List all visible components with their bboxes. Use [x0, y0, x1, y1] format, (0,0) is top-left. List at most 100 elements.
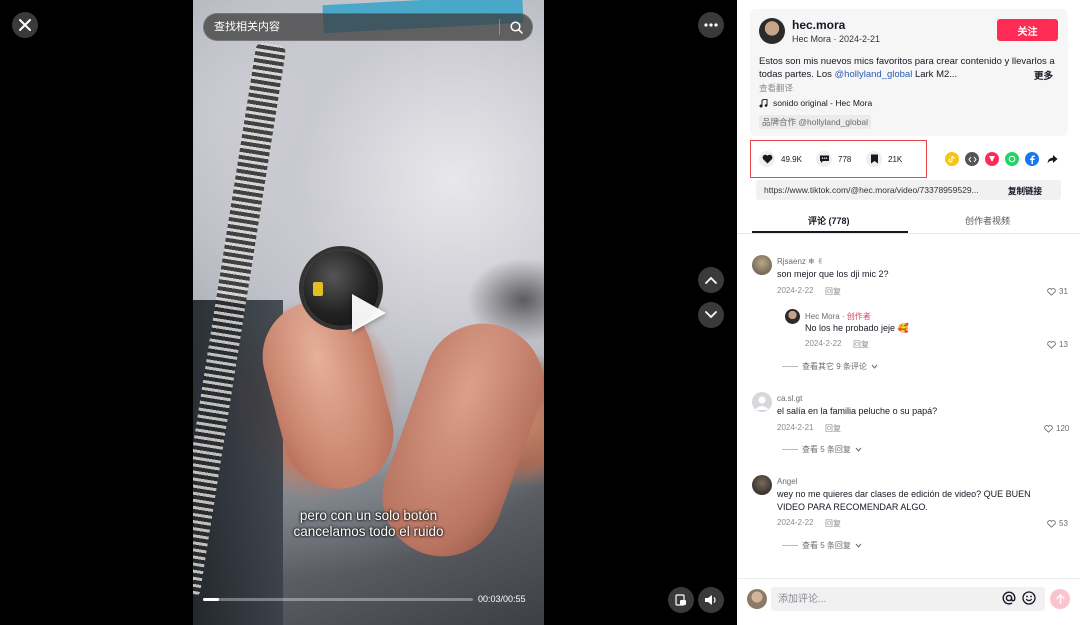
- play-icon[interactable]: [352, 294, 386, 332]
- heart-outline-icon: [1047, 287, 1056, 296]
- view-more-label: 查看其它 9 条评论: [802, 362, 867, 371]
- tiktok-share-button[interactable]: [945, 152, 959, 166]
- mention-button[interactable]: [1002, 591, 1016, 610]
- author-meta: Hec Mora · 2024-2-21: [792, 34, 881, 44]
- search-button[interactable]: [500, 13, 532, 41]
- post-description: Estos son mis nuevos mics favoritos para…: [759, 55, 1059, 81]
- facebook-icon: [1030, 155, 1035, 164]
- previous-video-button[interactable]: [698, 267, 724, 293]
- my-avatar: [747, 589, 767, 609]
- send-to-friend-button[interactable]: [985, 152, 999, 166]
- facebook-share-button[interactable]: [1025, 152, 1039, 166]
- view-replies-button[interactable]: 查看 5 条回复: [782, 540, 862, 551]
- view-replies-button[interactable]: 查看 5 条回复: [782, 444, 862, 455]
- translate-button[interactable]: 查看翻译: [759, 82, 793, 94]
- comment-like-button[interactable]: 31: [1047, 287, 1068, 296]
- music-note-icon: [759, 98, 768, 107]
- video-timecode: 00:03/00:55: [478, 594, 526, 604]
- like-count: 49.9K: [781, 154, 802, 164]
- tab-divider: [737, 233, 1080, 234]
- reply-date: 2024-2-22: [805, 339, 842, 348]
- chevron-down-icon: [855, 447, 862, 452]
- share-arrow-icon: [1047, 155, 1057, 164]
- like-button[interactable]: 49.9K: [759, 151, 802, 167]
- search-input[interactable]: [204, 21, 499, 33]
- view-replies-label: 查看 5 条回复: [802, 445, 851, 454]
- creator-tag: · 创作者: [841, 312, 871, 321]
- more-icon: [704, 23, 718, 27]
- comment-date: 2024-2-22: [777, 518, 814, 527]
- comment-like-button[interactable]: 120: [1044, 424, 1069, 433]
- comment-text: son mejor que los dji mic 2?: [777, 269, 889, 279]
- video-url[interactable]: https://www.tiktok.com/@hec.mora/video/7…: [764, 185, 1004, 195]
- reply-button[interactable]: 回复: [825, 286, 841, 297]
- whatsapp-share-button[interactable]: [1005, 152, 1019, 166]
- commenter-avatar[interactable]: [752, 255, 772, 275]
- heart-outline-icon: [1047, 519, 1056, 528]
- arrow-up-icon: [1055, 594, 1065, 604]
- embed-button[interactable]: [965, 152, 979, 166]
- reply-author-avatar[interactable]: [785, 309, 800, 324]
- whatsapp-icon: [1008, 155, 1016, 163]
- reply-button[interactable]: 回复: [825, 423, 841, 434]
- volume-button[interactable]: [698, 587, 724, 613]
- save-icon-wrap: [866, 151, 882, 167]
- comment-icon-wrap: [816, 151, 832, 167]
- commenter-avatar[interactable]: [752, 392, 772, 412]
- emoji-button[interactable]: [1022, 591, 1036, 610]
- view-replies-label: 查看 5 条回复: [802, 541, 851, 550]
- next-video-button[interactable]: [698, 302, 724, 328]
- video-subtitle: pero con un solo botón cancelamos todo e…: [193, 508, 544, 540]
- embed-icon: [967, 156, 977, 162]
- author-avatar[interactable]: [759, 18, 785, 44]
- comment-like-button[interactable]: 53: [1047, 519, 1068, 528]
- comment-date: 2024-2-21: [777, 423, 814, 432]
- picture-in-picture-button[interactable]: [668, 587, 694, 613]
- author-handle[interactable]: hec.mora: [792, 18, 845, 32]
- reply-like-button[interactable]: 13: [1047, 340, 1068, 349]
- chevron-down-icon: [871, 364, 878, 369]
- sound-link[interactable]: sonido original - Hec Mora: [759, 98, 872, 108]
- comment-like-count: 31: [1059, 287, 1068, 296]
- more-button[interactable]: [698, 12, 724, 38]
- subtitle-line-2: cancelamos todo el ruido: [293, 524, 444, 539]
- comment-icon: [819, 155, 829, 163]
- send-comment-button[interactable]: [1050, 589, 1070, 609]
- tiktok-share-icon: [948, 155, 956, 163]
- mention-link[interactable]: @hollyland_global: [835, 69, 913, 80]
- commenter-name[interactable]: Angel: [777, 477, 797, 486]
- reply-reply-button[interactable]: 回复: [853, 339, 869, 350]
- close-button[interactable]: [12, 12, 38, 38]
- reply-author[interactable]: Hec Mora · 创作者: [805, 311, 871, 322]
- more-share-button[interactable]: [1045, 152, 1059, 166]
- heart-icon: [762, 154, 772, 164]
- chevron-down-icon: [705, 311, 717, 319]
- copy-link-button[interactable]: 复制链接: [1008, 185, 1042, 197]
- divider-dash: [782, 545, 798, 546]
- brand-partnership-tag[interactable]: 品牌合作 @hollyland_global: [759, 115, 871, 129]
- tab-creator-videos[interactable]: 创作者视频: [965, 214, 1010, 227]
- view-more-replies-button[interactable]: 查看其它 9 条评论: [782, 361, 878, 372]
- comment-date: 2024-2-22: [777, 286, 814, 295]
- follow-button[interactable]: 关注: [997, 19, 1058, 41]
- reply-text: No los he probado jeje 🥰: [805, 323, 909, 333]
- commenter-name[interactable]: ca.sl.gt: [777, 394, 802, 403]
- comment-button[interactable]: 778: [816, 151, 851, 167]
- search-icon: [509, 20, 523, 34]
- reply-button[interactable]: 回复: [825, 518, 841, 529]
- search-bar: [203, 13, 533, 41]
- reply-author-name: Hec Mora: [805, 312, 840, 321]
- save-button[interactable]: 21K: [866, 151, 902, 167]
- commenter-name[interactable]: Rjsaenz ❄ ✌: [777, 257, 824, 266]
- video-link-row: https://www.tiktok.com/@hec.mora/video/7…: [756, 180, 1061, 200]
- subtitle-line-1: pero con un solo botón: [299, 508, 438, 523]
- commenter-avatar[interactable]: [752, 475, 772, 495]
- expand-description-button[interactable]: 更多: [1034, 68, 1053, 82]
- comment-like-count: 53: [1059, 519, 1068, 528]
- post-info-card: hec.mora Hec Mora · 2024-2-21 关注 Estos s…: [750, 9, 1068, 136]
- tab-comments[interactable]: 评论 (778): [808, 214, 850, 227]
- send-icon: [989, 156, 995, 162]
- chevron-up-icon: [705, 276, 717, 284]
- video-progress-bar[interactable]: [203, 598, 473, 601]
- video-progress-fill: [203, 598, 220, 601]
